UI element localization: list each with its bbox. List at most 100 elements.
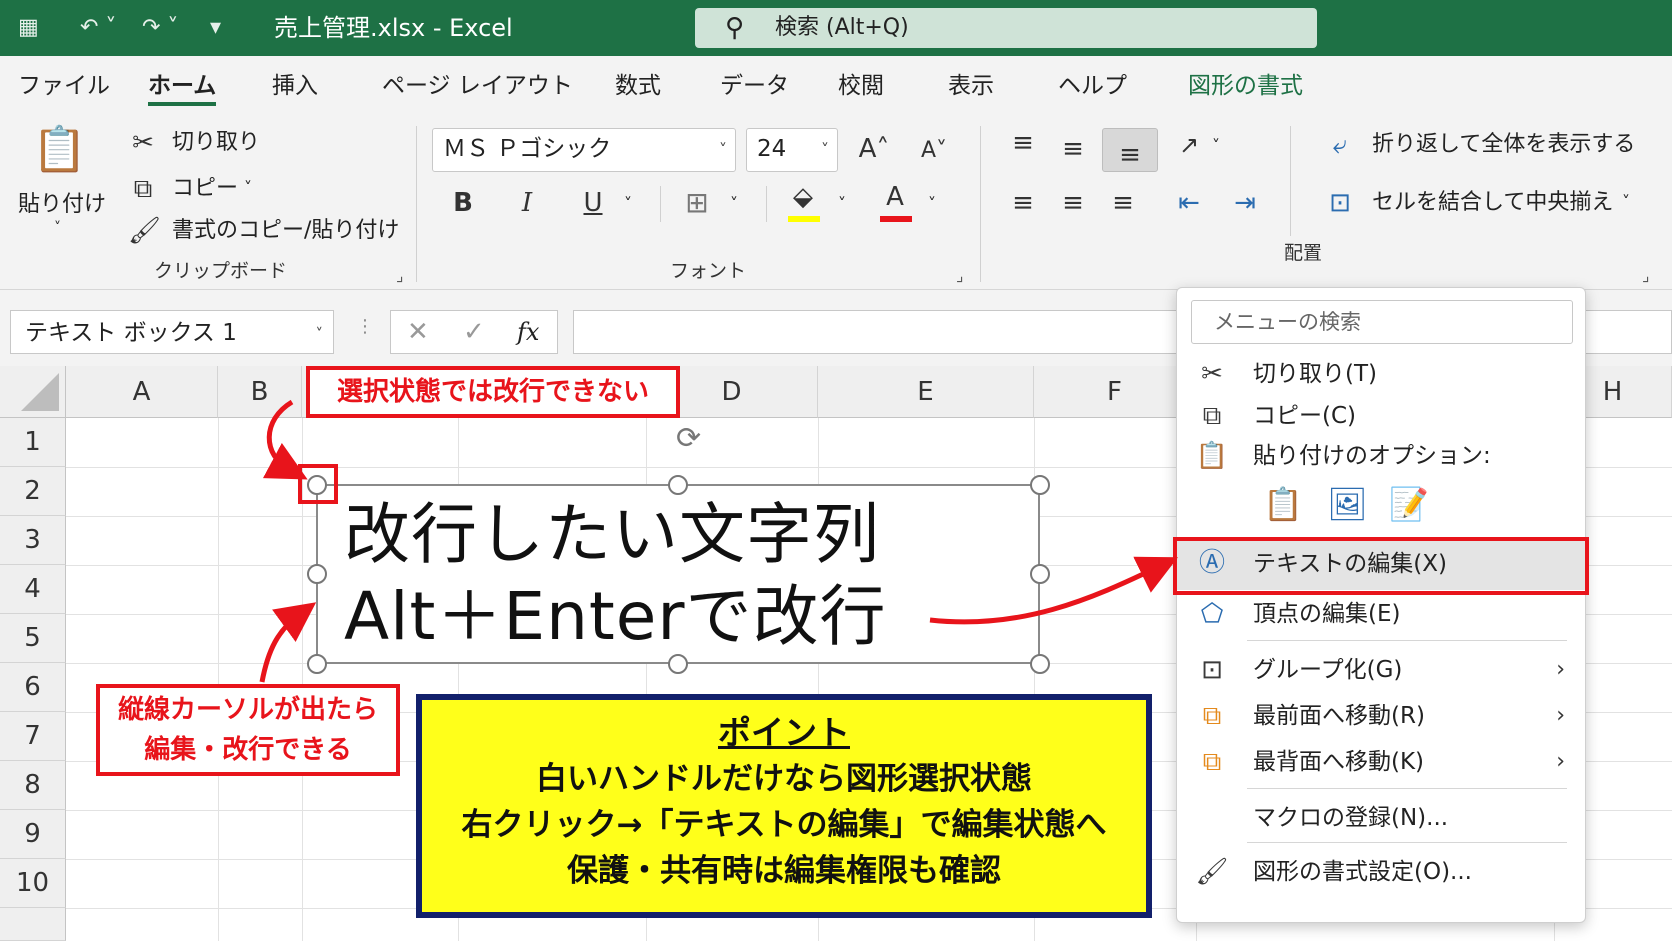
increase-font-size-icon[interactable]: A˄ xyxy=(854,132,894,166)
orientation-icon[interactable]: ↗ xyxy=(1172,128,1206,162)
menu-item-edit-points[interactable]: ⬠ 頂点の編集(E) xyxy=(1177,592,1587,636)
menu-item-cut[interactable]: ✂ 切り取り(T) xyxy=(1177,352,1587,396)
name-box[interactable]: テキスト ボックス 1 ˅ xyxy=(10,310,334,354)
align-middle-icon[interactable]: ≡ xyxy=(1056,132,1090,166)
menu-item-group-label: グループ化(G) xyxy=(1253,657,1403,683)
fill-color-dropdown-icon[interactable]: ˅ xyxy=(838,194,846,213)
paste-icon[interactable]: 📋 xyxy=(32,122,87,178)
insert-function-button[interactable]: fx xyxy=(517,315,539,349)
align-center-icon[interactable]: ≡ xyxy=(1056,186,1090,220)
select-all-button[interactable] xyxy=(0,366,66,418)
column-header-f[interactable]: F xyxy=(1034,366,1196,418)
resize-handle[interactable] xyxy=(1030,475,1050,495)
row-header-8[interactable]: 8 xyxy=(0,761,66,810)
menu-item-bring-to-front[interactable]: ⧉ 最前面へ移動(R) › xyxy=(1177,694,1587,738)
cancel-icon[interactable]: ✕ xyxy=(407,315,429,349)
menu-item-assign-macro[interactable]: マクロの登録(N)... xyxy=(1177,796,1587,840)
paste-option-text-only-icon[interactable]: 📝 xyxy=(1389,484,1429,524)
more-options-icon[interactable]: ⋮ xyxy=(356,316,374,337)
merge-dropdown-icon[interactable]: ˅ xyxy=(1622,192,1630,211)
menu-item-send-to-back[interactable]: ⧉ 最背面へ移動(K) › xyxy=(1177,740,1587,784)
copy-button[interactable]: コピー xyxy=(172,174,238,204)
quick-access-dropdown-icon[interactable]: ▾ xyxy=(210,10,221,46)
resize-handle[interactable] xyxy=(1030,564,1050,584)
fill-color-icon[interactable]: ⬙ xyxy=(786,180,820,214)
font-name-select[interactable]: ＭＳ Ｐゴシック ˅ xyxy=(432,128,736,172)
decrease-font-size-icon[interactable]: A˅ xyxy=(914,134,954,168)
format-painter-button[interactable]: 書式のコピー/貼り付け xyxy=(172,216,399,246)
paste-option-keep-format-icon[interactable]: 📋 xyxy=(1263,484,1303,524)
tab-data[interactable]: データ xyxy=(720,70,789,102)
tab-shape-format[interactable]: 図形の書式 xyxy=(1188,70,1303,102)
row-header-6[interactable]: 6 xyxy=(0,663,66,712)
align-right-icon[interactable]: ≡ xyxy=(1106,186,1140,220)
row-header-7[interactable]: 7 xyxy=(0,712,66,761)
font-size-value: 24 xyxy=(757,136,787,162)
font-name-value: ＭＳ Ｐゴシック xyxy=(443,136,612,162)
resize-handle[interactable] xyxy=(1030,654,1050,674)
undo-icon[interactable]: ↶ ˅ xyxy=(80,10,116,46)
resize-handle[interactable] xyxy=(307,564,327,584)
menu-search-input[interactable]: メニューの検索 xyxy=(1191,300,1573,344)
decrease-indent-icon[interactable]: ⇤ xyxy=(1172,186,1206,220)
search-box[interactable]: ⚲ 検索 (Alt+Q) xyxy=(695,8,1317,48)
bold-button[interactable]: B xyxy=(448,186,478,220)
tab-formulas[interactable]: 数式 xyxy=(615,70,661,102)
menu-item-copy[interactable]: ⧉ コピー(C) xyxy=(1177,394,1587,438)
menu-item-edit-text[interactable]: Ⓐ テキストの編集(X) xyxy=(1177,538,1587,590)
row-header-4[interactable]: 4 xyxy=(0,565,66,614)
row-header-5[interactable]: 5 xyxy=(0,614,66,663)
font-size-select[interactable]: 24 ˅ xyxy=(746,128,838,172)
merge-center-button[interactable]: セルを結合して中央揃え xyxy=(1372,188,1613,218)
font-color-button[interactable]: A xyxy=(878,180,912,214)
row-header-9[interactable]: 9 xyxy=(0,810,66,859)
tab-help[interactable]: ヘルプ xyxy=(1058,70,1127,102)
column-header-e[interactable]: E xyxy=(818,366,1034,418)
rotate-handle-icon[interactable]: ⟳ xyxy=(676,422,701,456)
ribbon-separator xyxy=(660,186,661,222)
underline-dropdown-icon[interactable]: ˅ xyxy=(624,194,632,213)
underline-button[interactable]: U xyxy=(578,186,608,220)
tab-view[interactable]: 表示 xyxy=(948,70,994,102)
tab-file[interactable]: ファイル xyxy=(18,70,110,102)
row-header-11[interactable] xyxy=(0,908,66,941)
orientation-dropdown-icon[interactable]: ˅ xyxy=(1212,136,1220,155)
borders-dropdown-icon[interactable]: ˅ xyxy=(730,194,738,213)
resize-handle[interactable] xyxy=(307,654,327,674)
paste-option-picture-icon[interactable]: 🖼 xyxy=(1327,484,1368,524)
align-left-icon[interactable]: ≡ xyxy=(1006,186,1040,220)
font-color-dropdown-icon[interactable]: ˅ xyxy=(928,194,936,213)
row-header-10[interactable]: 10 xyxy=(0,859,66,908)
column-header-a[interactable]: A xyxy=(66,366,218,418)
clipboard-launcher-icon[interactable]: ⌟ xyxy=(396,266,404,285)
enter-icon[interactable]: ✓ xyxy=(463,315,485,349)
copy-dropdown-icon[interactable]: ˅ xyxy=(244,178,252,197)
menu-item-group[interactable]: ⊡ グループ化(G) › xyxy=(1177,648,1587,692)
tab-home[interactable]: ホーム xyxy=(148,70,217,106)
tab-page-layout[interactable]: ページ レイアウト xyxy=(382,70,573,102)
row-header-1[interactable]: 1 xyxy=(0,418,66,467)
ribbon-separator xyxy=(766,186,767,222)
resize-handle[interactable] xyxy=(668,475,688,495)
tab-review[interactable]: 校閲 xyxy=(838,70,884,102)
paste-button[interactable]: 貼り付け xyxy=(18,190,106,220)
row-header-3[interactable]: 3 xyxy=(0,516,66,565)
text-box-shape[interactable]: 改行したい文字列 Alt＋Enterで改行 xyxy=(316,484,1040,664)
ribbon-separator xyxy=(980,126,981,282)
column-header-b[interactable]: B xyxy=(218,366,302,418)
align-top-icon[interactable]: ≡ xyxy=(1006,126,1040,160)
alignment-launcher-icon[interactable]: ⌟ xyxy=(1642,266,1650,285)
menu-item-format-shape[interactable]: 🖌 図形の書式設定(O)... xyxy=(1177,850,1587,894)
italic-button[interactable]: I xyxy=(512,186,542,220)
resize-handle[interactable] xyxy=(668,654,688,674)
borders-icon[interactable]: ⊞ xyxy=(680,186,714,220)
font-launcher-icon[interactable]: ⌟ xyxy=(956,266,964,285)
cut-button[interactable]: 切り取り xyxy=(172,128,260,158)
paste-dropdown-icon[interactable]: ˅ xyxy=(54,220,61,236)
increase-indent-icon[interactable]: ⇥ xyxy=(1228,186,1262,220)
row-header-2[interactable]: 2 xyxy=(0,467,66,516)
align-bottom-icon[interactable]: ≡ xyxy=(1102,128,1158,172)
wrap-text-button[interactable]: 折り返して全体を表示する xyxy=(1372,130,1635,160)
redo-icon[interactable]: ↷ ˅ xyxy=(142,10,178,46)
tab-insert[interactable]: 挿入 xyxy=(272,70,318,102)
